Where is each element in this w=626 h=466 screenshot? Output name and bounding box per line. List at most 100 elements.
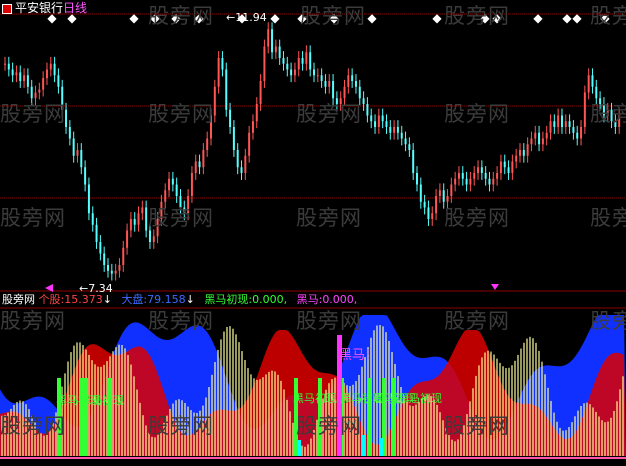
price-candle [564,121,567,127]
watermark: 股旁网 [148,4,214,28]
price-candle [278,46,281,58]
price-candle [560,115,563,127]
signal-marker: ◆ [432,11,442,25]
price-candle [423,201,426,208]
signal-marker: ◆ [270,11,280,25]
price-candle [49,63,52,70]
watermark: 股旁网 [148,206,214,230]
price-candle [427,207,430,219]
price-candle [164,190,167,202]
price-candle [461,173,464,179]
price-candle [511,161,514,173]
price-candle [175,184,178,196]
watermark: 股旁网 [590,4,626,28]
price-candle [190,173,193,196]
price-candle [171,178,174,185]
price-candle [404,138,407,145]
watermark: 股旁网 [300,4,366,28]
price-candle [316,75,319,77]
price-candle [553,121,556,127]
price-candle [126,230,129,248]
price-candle [225,69,228,110]
price-candle [499,161,502,173]
emerge-signal-bar [80,378,84,456]
price-candle [522,150,525,156]
price-candle [446,196,449,202]
cyan-signal-bar [362,435,365,456]
signal-marker: ◆ [367,11,377,25]
price-candle [389,127,392,133]
price-candle [309,52,312,70]
price-candle [595,86,598,99]
price-candle [358,86,361,99]
price-candle [419,184,422,202]
price-candle [206,138,209,150]
price-candle [38,89,41,93]
price-candle [347,75,350,87]
price-candle [141,207,144,214]
black-horse-annotation: 黑马! [339,348,371,363]
down-arrow-icon: ↓ [185,293,195,306]
indicator-title: 股旁网 [2,293,35,306]
price-candle [515,155,518,162]
price-candle [297,58,300,70]
watermark: 股旁网 [444,309,510,333]
price-candle [95,224,98,242]
emerge-signal-bar [368,378,372,456]
price-candle [507,167,510,173]
price-candle [538,132,541,145]
price-candle [480,167,483,173]
down-marker-icon [491,284,499,290]
price-candle [68,127,71,139]
down-arrow-icon: ↓ [102,293,112,306]
price-candle [431,213,434,219]
price-candle [370,115,373,122]
price-candle [583,92,586,127]
price-candle [293,69,296,76]
price-candle [457,173,460,179]
price-candle [450,184,453,196]
watermark: 股旁网 [444,414,510,438]
price-candle [377,115,380,127]
price-candle [251,121,254,133]
watermark: 股旁网 [0,414,66,438]
watermark: 股旁网 [0,102,66,126]
price-candle [343,86,346,99]
price-candle [45,69,48,79]
watermark: 股旁网 [296,102,362,126]
price-candle [7,63,10,70]
watermark: 股旁网 [444,102,510,126]
watermark: 股旁网 [0,206,66,230]
price-candle [152,236,155,242]
period-label[interactable]: 日线 [63,1,87,15]
price-candle [202,150,205,168]
watermark: 股旁网 [296,206,362,230]
price-candle [110,270,113,274]
price-candle [107,265,109,271]
chart-window: ◆◆◆◆◆◆◆◆◆◆◆◆◆◆◆◆◆◆ 股旁网 股旁网 股旁网 股旁网 股旁网 股… [0,0,626,462]
chart-header: 平安银行日线 [2,2,87,15]
watermark: 股旁网 [590,206,626,230]
black-horse-value: 0.000, [322,293,358,306]
price-candle [11,69,14,76]
price-candle [332,81,335,99]
price-candle [454,178,457,185]
watermark: 股旁网 [296,309,362,333]
price-candle [137,213,140,225]
price-candle [496,173,499,179]
price-candle [168,178,171,191]
square-icon[interactable] [2,4,12,14]
price-candle [362,98,365,104]
price-candle [576,132,579,139]
price-candle [42,78,45,90]
price-candle [385,121,388,127]
cyan-signal-bar [380,438,383,456]
price-candle [469,178,472,185]
price-candle [400,132,403,139]
watermark: 股旁网 [444,206,510,230]
price-candle [442,190,445,202]
emerge-signal-bar [108,378,112,456]
stock-strength-value: 15.373 [64,293,103,306]
price-candle [213,86,216,116]
price-candle [393,127,396,133]
